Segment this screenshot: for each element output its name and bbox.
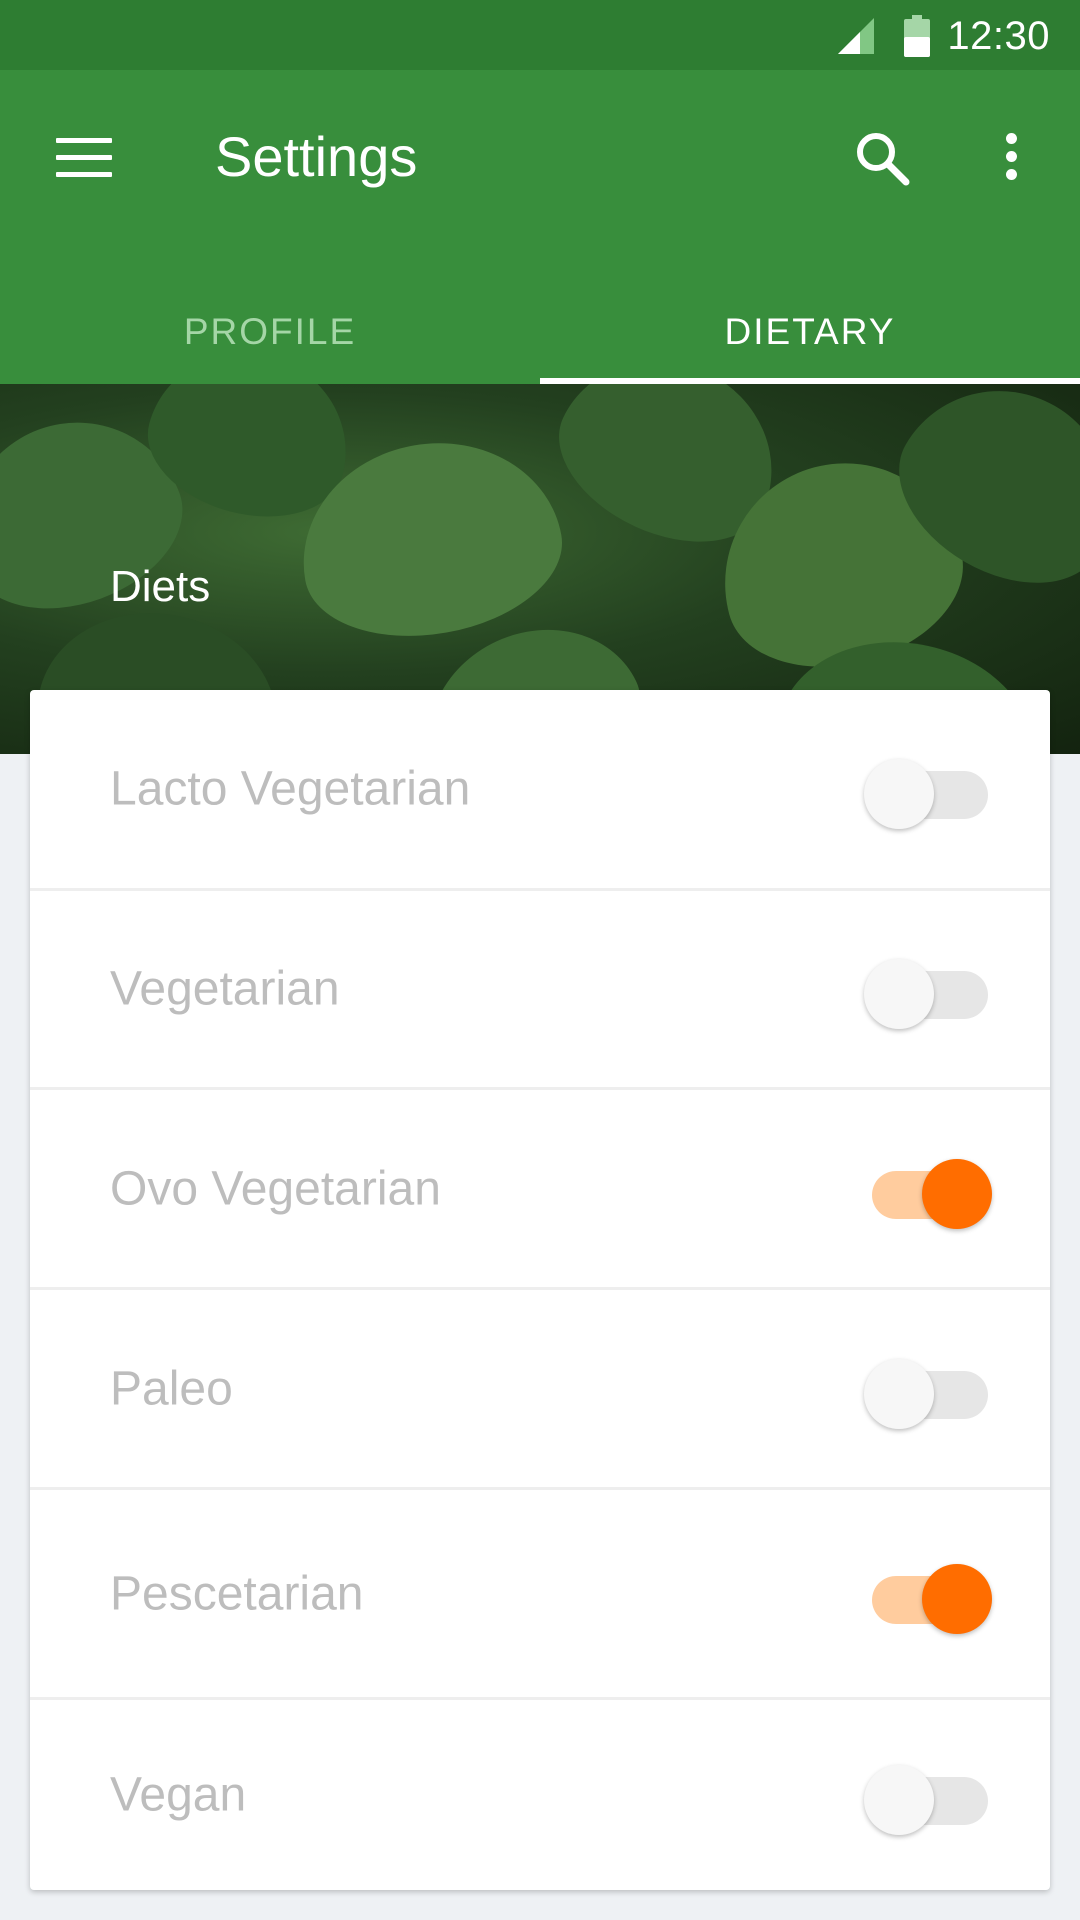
diet-label: Pescetarian [110, 1567, 364, 1620]
app-bar: Settings PROFILE DIETARY [0, 70, 1080, 384]
section-title: Diets [110, 562, 211, 611]
cell-signal-icon [838, 18, 874, 54]
diet-row-paleo: Paleo [30, 1290, 1050, 1490]
diet-row-vegan: Vegan [30, 1700, 1050, 1890]
diet-row-ovo-vegetarian: Ovo Vegetarian [30, 1090, 1050, 1290]
toggle-lacto-vegetarian[interactable] [864, 753, 990, 829]
diet-row-vegetarian: Vegetarian [30, 891, 1050, 1090]
diet-label: Lacto Vegetarian [110, 762, 471, 816]
diet-row-lacto-vegetarian: Lacto Vegetarian [30, 690, 1050, 891]
tab-bar: PROFILE DIETARY [0, 280, 1080, 384]
diet-label: Vegetarian [110, 962, 340, 1016]
toggle-ovo-vegetarian[interactable] [870, 1153, 992, 1229]
toggle-vegetarian[interactable] [864, 953, 990, 1029]
toggle-vegan[interactable] [864, 1759, 990, 1835]
toggle-paleo[interactable] [864, 1353, 990, 1429]
toggle-pescetarian[interactable] [870, 1558, 992, 1634]
more-vertical-icon[interactable] [996, 128, 1026, 188]
hamburger-menu-icon[interactable] [56, 138, 112, 178]
diet-row-pescetarian: Pescetarian [30, 1490, 1050, 1700]
status-time: 12:30 [947, 14, 1050, 58]
tab-profile[interactable]: PROFILE [0, 280, 540, 384]
tab-dietary[interactable]: DIETARY [540, 280, 1080, 384]
battery-icon [904, 15, 930, 57]
diet-label: Vegan [110, 1768, 247, 1822]
search-icon[interactable] [852, 128, 912, 188]
page-title: Settings [215, 125, 418, 188]
diet-label: Paleo [110, 1362, 233, 1415]
status-bar: 12:30 [0, 0, 1080, 70]
diets-card: Lacto Vegetarian Vegetarian Ovo Vegetari… [30, 690, 1050, 1890]
diet-label: Ovo Vegetarian [110, 1162, 441, 1215]
